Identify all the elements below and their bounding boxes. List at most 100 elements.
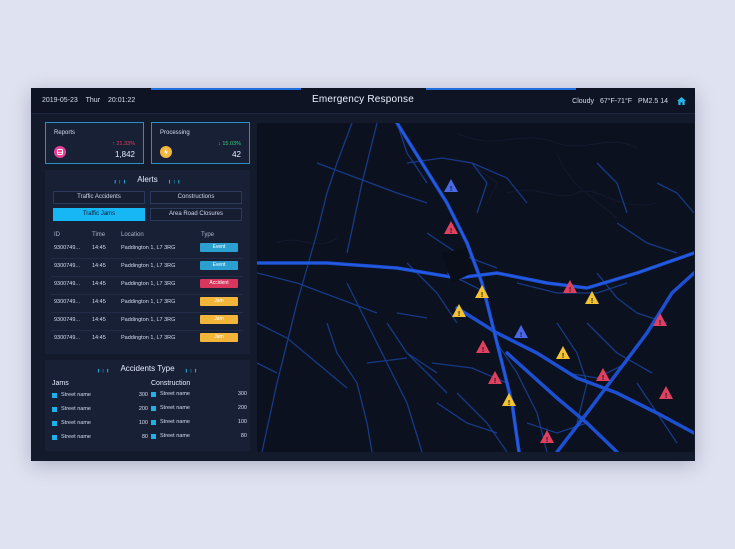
row-time: 14:45 bbox=[92, 317, 106, 323]
marker-glyphs: !!! !!! !!! !!! !!! bbox=[450, 186, 667, 444]
list-item[interactable]: Street name 100 bbox=[52, 419, 148, 429]
checkbox[interactable] bbox=[151, 420, 156, 425]
jams-heading: Jams bbox=[52, 380, 69, 387]
street-count: 100 bbox=[237, 419, 247, 425]
svg-text:!: ! bbox=[458, 311, 460, 318]
street-count: 300 bbox=[237, 391, 247, 397]
checkbox[interactable] bbox=[52, 407, 57, 412]
row-id: 9300749... bbox=[54, 299, 80, 305]
svg-text:!: ! bbox=[450, 186, 452, 193]
checkbox[interactable] bbox=[52, 435, 57, 440]
tab-area-road-closures[interactable]: Area Road Closures bbox=[150, 208, 242, 221]
table-row[interactable]: 9300749... 14:45 Paddington 1, L7 3RG Ev… bbox=[45, 241, 249, 259]
title-decoration: ╻╷╻ bbox=[113, 178, 128, 184]
svg-text:!: ! bbox=[520, 332, 522, 339]
street-name: Street name bbox=[160, 433, 190, 439]
header-accent-line bbox=[426, 88, 576, 90]
reports-label: Reports bbox=[54, 130, 76, 136]
street-name: Street name bbox=[160, 405, 190, 411]
column-header-time: Time bbox=[92, 232, 106, 238]
table-row[interactable]: 9300749... 14:45 Paddington 1, L7 3RG Ja… bbox=[45, 331, 249, 349]
terrain-lines bbox=[276, 132, 658, 245]
svg-text:!: ! bbox=[562, 353, 564, 360]
list-item[interactable]: Street name 300 bbox=[52, 391, 148, 401]
row-id: 9300749... bbox=[54, 263, 80, 269]
row-location: Paddington 1, L7 3RG bbox=[121, 317, 176, 323]
list-item[interactable]: Street name 300 bbox=[151, 390, 247, 400]
processing-delta: ↓ 15.03% bbox=[218, 141, 241, 147]
type-badge: Event bbox=[200, 243, 238, 252]
checkbox[interactable] bbox=[151, 434, 156, 439]
row-location: Paddington 1, L7 3RG bbox=[121, 245, 176, 251]
column-header-location: Location bbox=[121, 232, 144, 238]
row-location: Paddington 1, L7 3RG bbox=[121, 299, 176, 305]
checkbox[interactable] bbox=[151, 392, 156, 397]
row-time: 14:45 bbox=[92, 281, 106, 287]
svg-text:!: ! bbox=[546, 437, 548, 444]
street-count: 300 bbox=[138, 392, 148, 398]
street-count: 100 bbox=[138, 420, 148, 426]
svg-text:!: ! bbox=[665, 393, 667, 400]
row-location: Paddington 1, L7 3RG bbox=[121, 335, 176, 341]
street-name: Street name bbox=[61, 420, 91, 426]
accidents-type-title: ╻╷╻ Accidents Type ╻╷╻ bbox=[45, 364, 250, 373]
inbox-icon bbox=[54, 146, 66, 158]
title-decoration: ╻╷╻ bbox=[96, 367, 111, 373]
reports-delta: ↑ 21.33% bbox=[112, 141, 135, 147]
checkbox[interactable] bbox=[52, 393, 57, 398]
type-badge: Event bbox=[200, 261, 238, 270]
street-count: 200 bbox=[237, 405, 247, 411]
processing-label: Processing bbox=[160, 130, 190, 136]
processing-card[interactable]: Processing ↓ 15.03% 42 bbox=[151, 122, 250, 164]
column-header-type: Type bbox=[201, 232, 215, 238]
checkbox[interactable] bbox=[151, 406, 156, 411]
list-item[interactable]: Street name 100 bbox=[151, 418, 247, 428]
street-name: Street name bbox=[160, 419, 190, 425]
map-view[interactable]: !!! !!! !!! !!! !!! bbox=[257, 123, 694, 452]
reports-value: 1,842 bbox=[114, 150, 135, 159]
reports-card[interactable]: Reports ↑ 21.33% 1,842 bbox=[45, 122, 144, 164]
home-icon[interactable] bbox=[677, 97, 686, 105]
tab-traffic-jams[interactable]: Traffic Jams bbox=[53, 208, 145, 221]
type-badge: Jam bbox=[200, 333, 238, 342]
dashboard-window: 2019-05-23 Thur 20:01:22 Emergency Respo… bbox=[31, 88, 695, 461]
list-item[interactable]: Street name 80 bbox=[151, 432, 247, 442]
weather-text: Cloudy bbox=[572, 97, 594, 105]
svg-text:!: ! bbox=[450, 228, 452, 235]
row-time: 14:45 bbox=[92, 299, 106, 305]
minor-streets bbox=[257, 123, 694, 452]
processing-value: 42 bbox=[232, 150, 241, 159]
row-id: 9300749... bbox=[54, 245, 80, 251]
svg-text:!: ! bbox=[569, 287, 571, 294]
row-location: Paddington 1, L7 3RG bbox=[121, 281, 176, 287]
accidents-type-panel: ╻╷╻ Accidents Type ╻╷╻ Jams Construction S… bbox=[45, 360, 250, 451]
list-item[interactable]: Street name 200 bbox=[151, 404, 247, 414]
temperature-text: 67°F-71°F bbox=[599, 97, 633, 105]
construction-heading: Construction bbox=[151, 380, 191, 387]
road-map[interactable]: !!! !!! !!! !!! !!! bbox=[257, 123, 694, 452]
row-id: 9300749... bbox=[54, 317, 80, 323]
list-item[interactable]: Street name 200 bbox=[52, 405, 148, 415]
tab-traffic-accidents[interactable]: Traffic Accidents bbox=[53, 191, 145, 204]
checkbox[interactable] bbox=[52, 421, 57, 426]
table-row[interactable]: 9300749... 14:45 Paddington 1, L7 3RG Ja… bbox=[45, 313, 249, 331]
table-row[interactable]: 9300749... 14:45 Paddington 1, L7 3RG Ac… bbox=[45, 277, 249, 295]
bolt-icon bbox=[160, 146, 172, 158]
list-item[interactable]: Street name 80 bbox=[52, 433, 148, 443]
tab-constructions[interactable]: Constructions bbox=[150, 191, 242, 204]
street-name: Street name bbox=[160, 391, 190, 397]
row-id: 9300749... bbox=[54, 335, 80, 341]
street-count: 200 bbox=[138, 406, 148, 412]
street-count: 80 bbox=[141, 434, 148, 440]
air-quality-text: PM2.5 14 bbox=[638, 97, 668, 105]
row-time: 14:45 bbox=[92, 245, 106, 251]
street-name: Street name bbox=[61, 406, 91, 412]
title-decoration: ╻╷╻ bbox=[167, 178, 182, 184]
street-count: 80 bbox=[240, 433, 247, 439]
table-row[interactable]: 9300749... 14:45 Paddington 1, L7 3RG Ja… bbox=[45, 295, 249, 313]
svg-text:!: ! bbox=[482, 347, 484, 354]
svg-text:!: ! bbox=[481, 292, 483, 299]
table-row[interactable]: 9300749... 14:45 Paddington 1, L7 3RG Ev… bbox=[45, 259, 249, 277]
weather-info: Cloudy 67°F-71°F PM2.5 14 bbox=[566, 97, 686, 105]
alerts-title: ╻╷╻ Alerts ╻╷╻ bbox=[45, 175, 250, 184]
